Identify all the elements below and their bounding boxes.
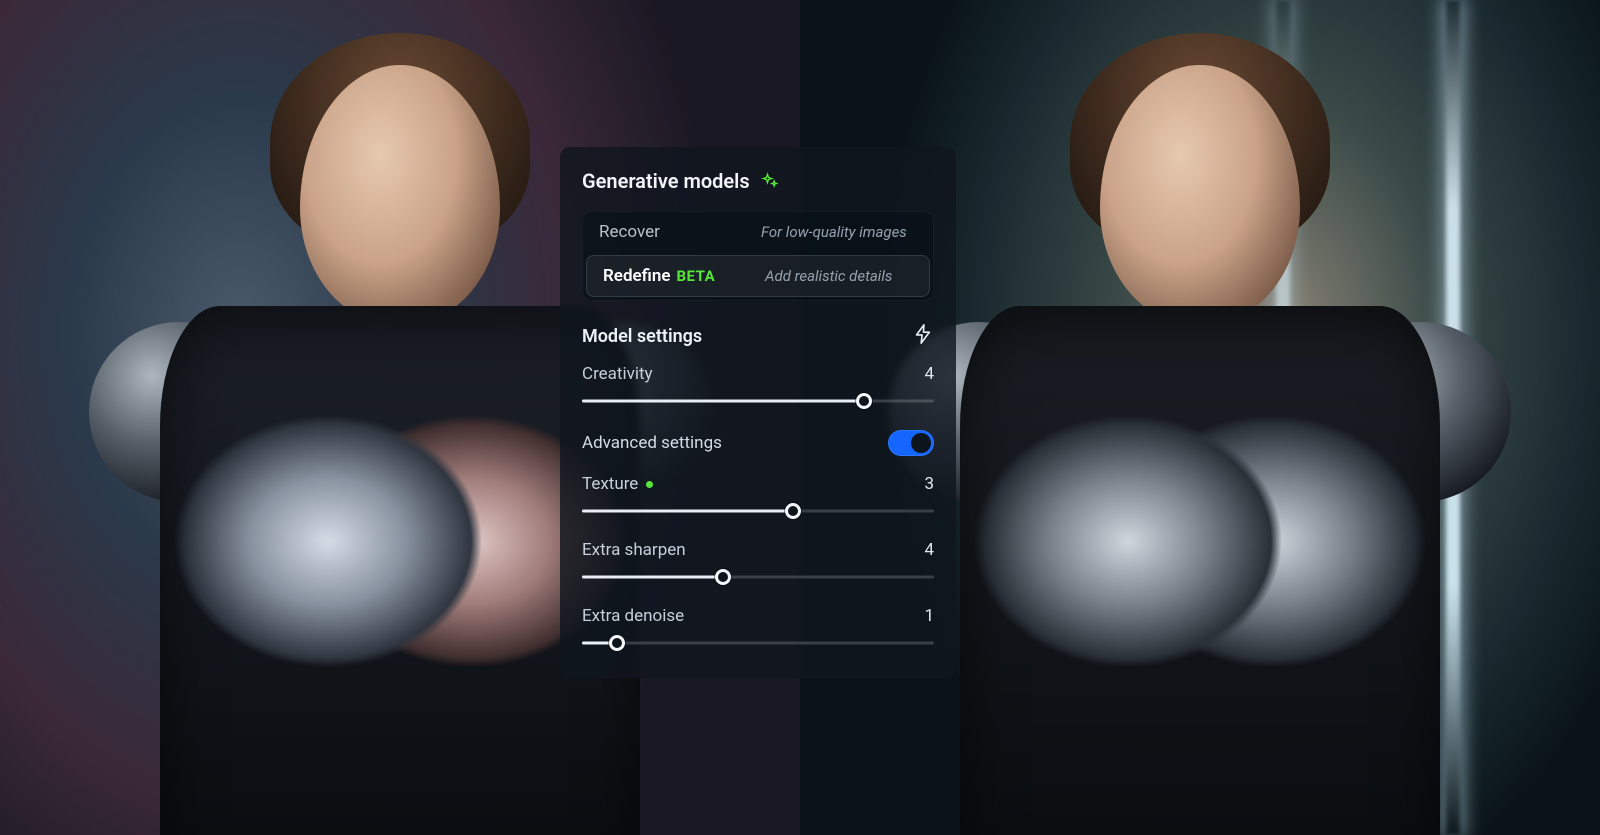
extra-sharpen-label: Extra sharpen <box>582 540 686 560</box>
creativity-label: Creativity <box>582 364 653 384</box>
creativity-slider[interactable] <box>582 392 934 410</box>
mode-label: Redefine <box>603 266 670 286</box>
extra-sharpen-slider[interactable] <box>582 568 934 586</box>
advanced-settings-label: Advanced settings <box>582 433 722 453</box>
extra-sharpen-value: 4 <box>924 540 934 560</box>
texture-slider[interactable] <box>582 502 934 520</box>
mode-recover[interactable]: Recover For low-quality images <box>583 212 933 252</box>
extra-denoise-label: Extra denoise <box>582 606 684 626</box>
mode-label: Recover <box>599 222 660 242</box>
sparkle-icon <box>760 171 780 191</box>
bolt-icon[interactable] <box>912 323 934 350</box>
extra-denoise-value: 1 <box>924 606 934 626</box>
setting-extra-sharpen: Extra sharpen 4 <box>582 540 934 586</box>
setting-extra-denoise: Extra denoise 1 <box>582 606 934 652</box>
mode-desc: For low-quality images <box>761 223 907 241</box>
beta-badge: BETA <box>676 267 715 285</box>
indicator-dot-icon <box>646 481 653 488</box>
extra-denoise-slider[interactable] <box>582 634 934 652</box>
setting-texture: Texture 3 <box>582 474 934 520</box>
mode-desc: Add realistic details <box>765 267 892 285</box>
mode-redefine[interactable]: Redefine BETA Add realistic details <box>586 255 930 297</box>
texture-value: 3 <box>924 474 934 494</box>
model-settings-title: Model settings <box>582 326 702 347</box>
setting-creativity: Creativity 4 <box>582 364 934 410</box>
panel-title: Generative models <box>582 169 750 193</box>
mode-list: Recover For low-quality images Redefine … <box>582 211 934 301</box>
generative-models-panel: Generative models Recover For low-qualit… <box>560 147 956 678</box>
texture-label: Texture <box>582 474 638 494</box>
advanced-settings-toggle[interactable] <box>888 430 934 456</box>
creativity-value: 4 <box>924 364 934 384</box>
